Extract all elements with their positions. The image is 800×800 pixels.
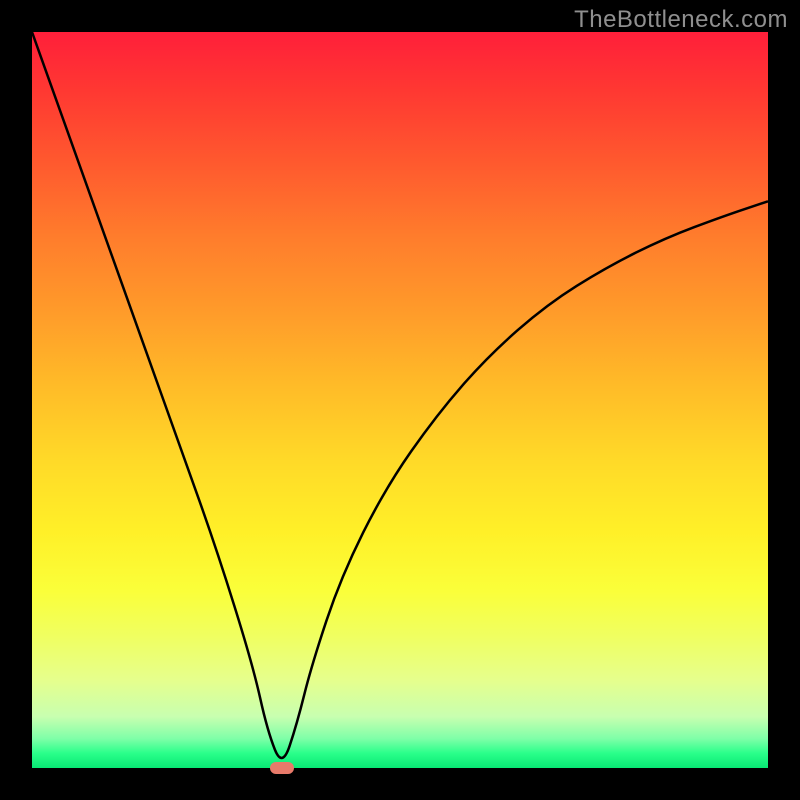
minimum-marker: [270, 762, 294, 774]
watermark-text: TheBottleneck.com: [574, 6, 788, 34]
bottleneck-curve: [32, 32, 768, 768]
chart-frame: TheBottleneck.com: [0, 0, 800, 800]
plot-area: [32, 32, 768, 768]
